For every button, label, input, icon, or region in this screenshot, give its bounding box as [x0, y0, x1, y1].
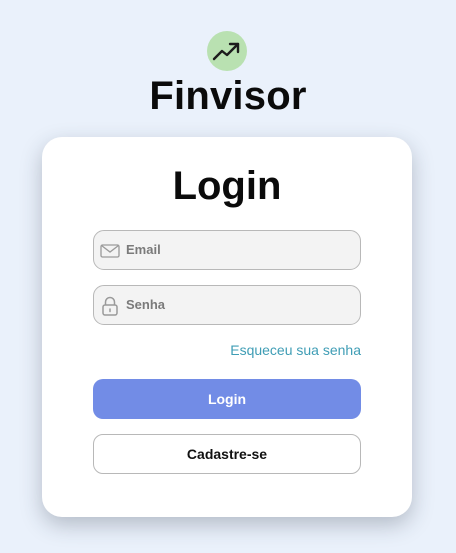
trending-up-icon — [212, 42, 240, 61]
email-field[interactable]: Email — [93, 230, 361, 270]
password-field[interactable]: Senha — [93, 285, 361, 325]
mail-icon — [100, 244, 120, 258]
login-card: Login Email Senha Esqueceu sua senha Log… — [42, 137, 412, 517]
login-button[interactable]: Login — [93, 379, 361, 419]
login-page: Finvisor Login Email Senha Esqueceu sua … — [0, 0, 456, 553]
forgot-password-link[interactable]: Esqueceu sua senha — [230, 341, 361, 359]
brand-name: Finvisor — [149, 74, 307, 118]
register-button[interactable]: Cadastre-se — [93, 434, 361, 474]
email-placeholder: Email — [126, 242, 161, 257]
lock-icon — [102, 296, 118, 316]
password-placeholder: Senha — [126, 297, 166, 312]
login-title: Login — [172, 164, 282, 208]
brand-logo — [207, 31, 247, 71]
